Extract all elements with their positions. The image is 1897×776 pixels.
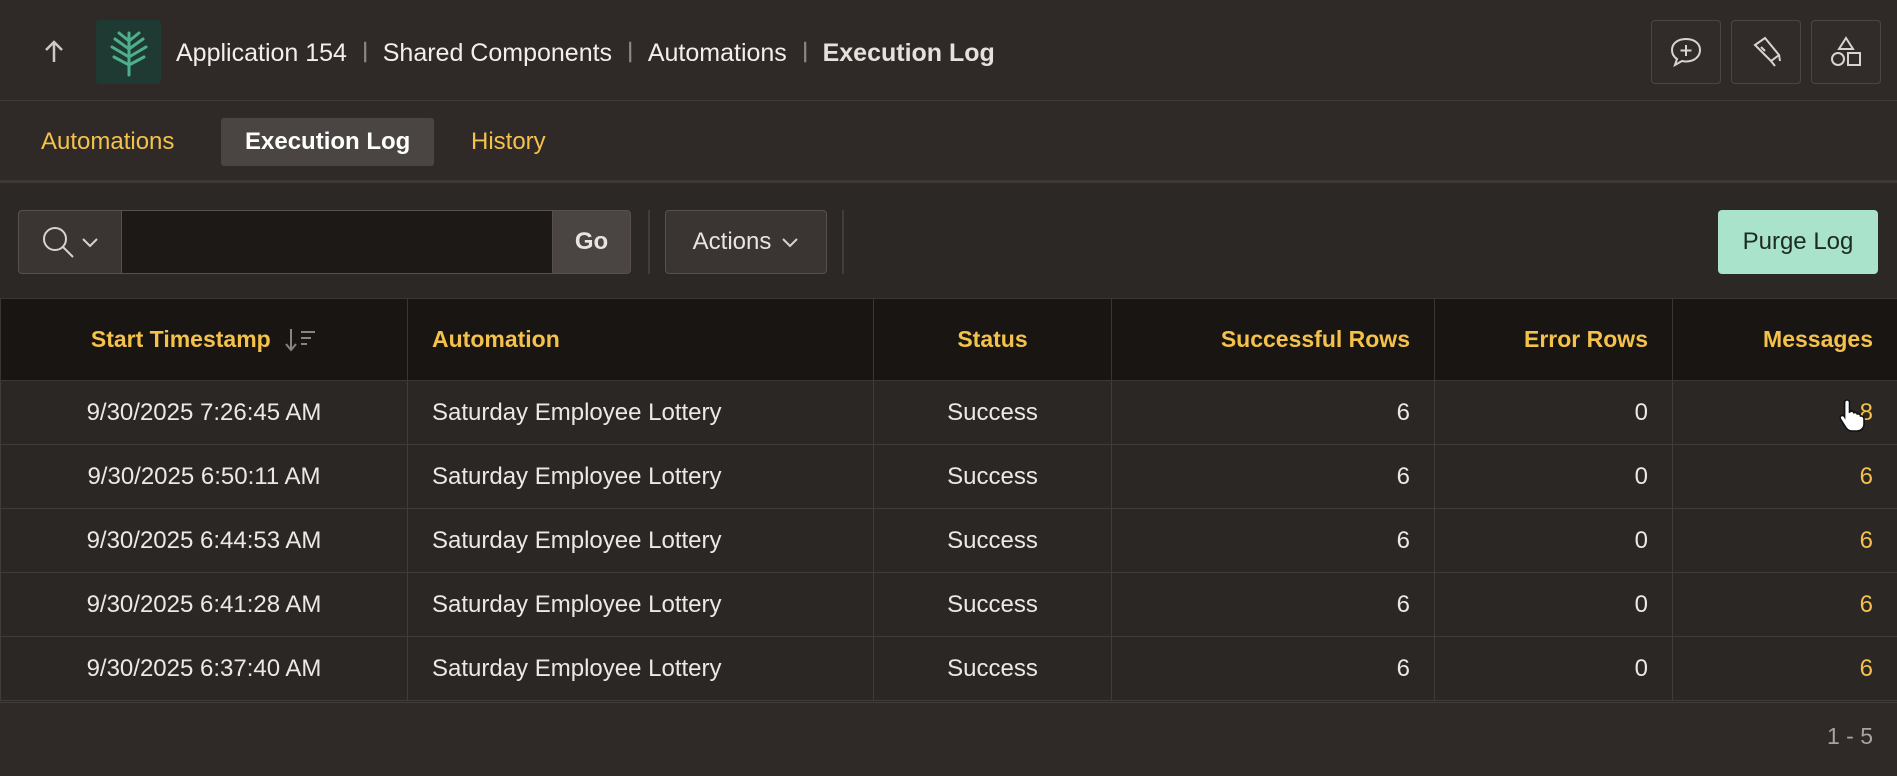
feedback-icon (1669, 36, 1703, 68)
column-header-automation[interactable]: Automation (407, 298, 874, 381)
cell-automation: Saturday Employee Lottery (407, 444, 874, 509)
cell-messages-link[interactable]: 6 (1672, 572, 1897, 637)
hand-cursor-icon (1838, 398, 1866, 432)
cell-status: Success (873, 636, 1112, 701)
cell-start-timestamp: 9/30/2025 7:26:45 AM (0, 380, 408, 445)
breadcrumb-separator: \ (796, 37, 813, 68)
table-row: 9/30/2025 6:44:53 AM Saturday Employee L… (0, 508, 1897, 573)
cell-successful-rows: 6 (1111, 636, 1435, 701)
cell-successful-rows: 6 (1111, 508, 1435, 573)
search-column-menu[interactable] (18, 210, 122, 274)
cell-start-timestamp: 9/30/2025 6:44:53 AM (0, 508, 408, 573)
cell-error-rows: 0 (1434, 572, 1673, 637)
cell-error-rows: 0 (1434, 508, 1673, 573)
breadcrumb-item-automations[interactable]: Automations (648, 39, 787, 68)
shared-components-button[interactable] (1811, 20, 1881, 84)
cell-successful-rows: 6 (1111, 572, 1435, 637)
execution-log-table: Start Timestamp Automation Status Succes… (0, 298, 1897, 701)
chevron-down-icon (81, 236, 99, 248)
shapes-icon (1829, 35, 1863, 69)
purge-log-button[interactable]: Purge Log (1718, 210, 1878, 274)
table-header-row: Start Timestamp Automation Status Succes… (0, 298, 1897, 381)
cell-error-rows: 0 (1434, 444, 1673, 509)
arrow-up-icon[interactable] (34, 32, 74, 72)
cell-error-rows: 0 (1434, 636, 1673, 701)
chevron-down-icon (781, 236, 799, 248)
breadcrumb-item-shared-components[interactable]: Shared Components (383, 39, 612, 68)
column-header-start-timestamp[interactable]: Start Timestamp (0, 298, 408, 381)
column-header-status[interactable]: Status (873, 298, 1112, 381)
tab-automations[interactable]: Automations (17, 118, 198, 166)
breadcrumb: Application 154 \ Shared Components \ Au… (176, 33, 995, 73)
tab-execution-log[interactable]: Execution Log (221, 118, 435, 166)
cell-automation: Saturday Employee Lottery (407, 572, 874, 637)
cell-automation: Saturday Employee Lottery (407, 508, 874, 573)
cell-status: Success (873, 508, 1112, 573)
sort-descending-icon (283, 327, 317, 353)
tab-history[interactable]: History (447, 118, 570, 166)
column-header-label: Start Timestamp (90, 325, 271, 352)
cell-start-timestamp: 9/30/2025 6:50:11 AM (0, 444, 408, 509)
search-bar: Go (18, 210, 631, 274)
cell-start-timestamp: 9/30/2025 6:37:40 AM (0, 636, 408, 701)
cell-automation: Saturday Employee Lottery (407, 636, 874, 701)
actions-label: Actions (692, 228, 772, 255)
actions-menu-button[interactable]: Actions (665, 210, 827, 274)
pagination-range: 1 - 5 (1826, 723, 1873, 749)
cell-start-timestamp: 9/30/2025 6:41:28 AM (0, 572, 408, 637)
cell-successful-rows: 6 (1111, 444, 1435, 509)
cell-error-rows: 0 (1434, 380, 1673, 445)
go-button[interactable]: Go (552, 210, 631, 274)
breadcrumb-item-execution-log: Execution Log (822, 38, 995, 67)
cell-status: Success (873, 444, 1112, 509)
column-header-successful-rows[interactable]: Successful Rows (1111, 298, 1435, 381)
cell-messages-link[interactable]: 6 (1672, 444, 1897, 509)
cell-messages-link[interactable]: 6 (1672, 508, 1897, 573)
cell-successful-rows: 6 (1111, 380, 1435, 445)
feedback-button[interactable] (1651, 20, 1721, 84)
cell-messages-link[interactable]: 6 (1672, 636, 1897, 701)
table-row: 9/30/2025 6:37:40 AM Saturday Employee L… (0, 636, 1897, 701)
toolbar-divider (842, 210, 844, 274)
page-header: Application 154 \ Shared Components \ Au… (0, 0, 1897, 101)
cell-status: Success (873, 572, 1112, 637)
report-footer: 1 - 5 (0, 702, 1897, 776)
search-icon (41, 225, 75, 259)
execution-log-report: Start Timestamp Automation Status Succes… (0, 298, 1897, 701)
flashlight-icon (1749, 35, 1783, 69)
table-row: 9/30/2025 6:41:28 AM Saturday Employee L… (0, 572, 1897, 637)
breadcrumb-separator: \ (356, 37, 374, 68)
search-input[interactable] (122, 210, 552, 274)
table-row: 9/30/2025 6:50:11 AM Saturday Employee L… (0, 444, 1897, 509)
cell-status: Success (873, 380, 1112, 445)
breadcrumb-separator: \ (622, 37, 639, 68)
app-logo[interactable] (96, 20, 161, 84)
report-toolbar: Go Actions Purge Log (0, 183, 1897, 298)
spotlight-button[interactable] (1731, 20, 1801, 84)
cell-automation: Saturday Employee Lottery (407, 380, 874, 445)
tab-bar: Automations Execution Log History (0, 101, 1897, 183)
table-row: 9/30/2025 7:26:45 AM Saturday Employee L… (0, 380, 1897, 445)
column-header-error-rows[interactable]: Error Rows (1434, 298, 1673, 381)
breadcrumb-item-application[interactable]: Application 154 (176, 39, 347, 68)
toolbar-divider (648, 210, 650, 274)
column-header-messages[interactable]: Messages (1672, 298, 1897, 381)
